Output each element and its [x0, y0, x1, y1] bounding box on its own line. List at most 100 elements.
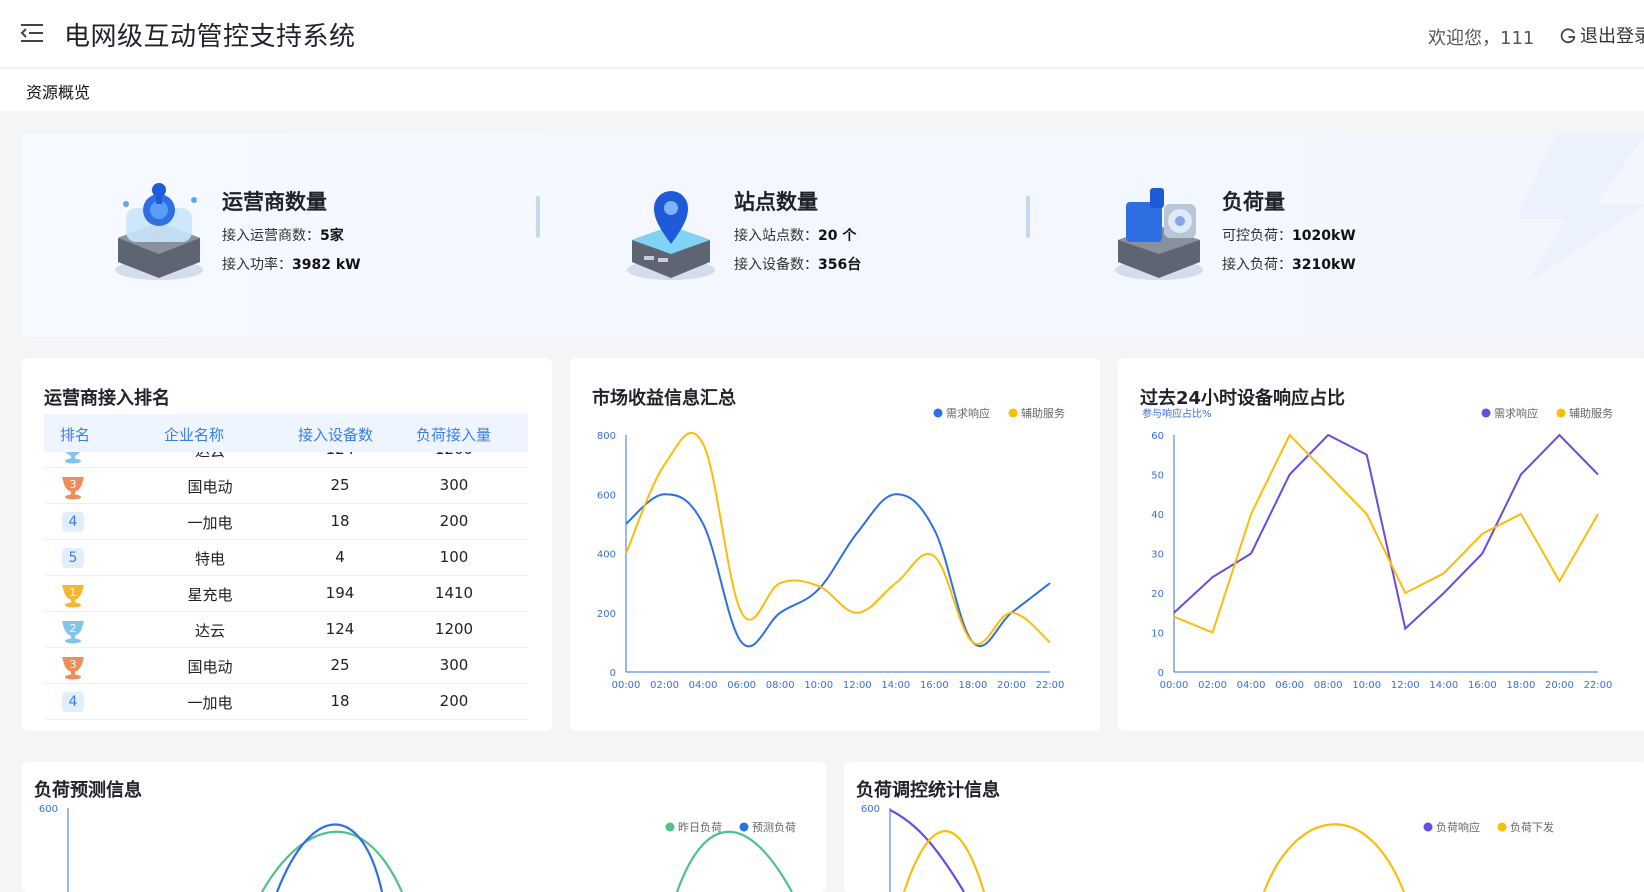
series-line-0	[626, 494, 1050, 646]
rank-medal-icon: 2	[60, 618, 86, 644]
legend-label[interactable]: 负荷下发	[1510, 820, 1554, 834]
x-tick-label: 12:00	[1391, 680, 1420, 691]
menu-toggle-icon[interactable]	[20, 22, 44, 44]
stat-title: 负荷量	[1222, 186, 1285, 216]
logout-icon	[1560, 28, 1577, 45]
location-pin-device-icon	[618, 178, 724, 284]
cell-devices: 194	[290, 584, 390, 602]
legend-marker	[1009, 409, 1018, 418]
legend-marker	[1498, 823, 1507, 832]
load-device-icon	[1106, 178, 1212, 284]
cell-devices: 124	[290, 452, 390, 458]
stat-load: 负荷量 可控负荷：1020kW 接入负荷：3210kW	[1022, 134, 1542, 337]
x-tick-label: 22:00	[1584, 680, 1613, 691]
x-tick-label: 18:00	[958, 680, 987, 691]
x-tick-label: 20:00	[1545, 680, 1574, 691]
x-tick-label: 20:00	[997, 680, 1026, 691]
regulation-line-chart: 600 负荷响应 负荷下发	[844, 762, 1644, 892]
x-tick-label: 02:00	[650, 680, 679, 691]
table-row: 4一加电18200	[44, 684, 528, 720]
tab-resource-overview[interactable]: 资源概览	[26, 79, 90, 103]
series-line-1	[277, 825, 382, 892]
x-tick-label: 08:00	[766, 680, 795, 691]
cell-load: 300	[404, 656, 504, 674]
stat-line: 接入设备数：356台	[734, 254, 861, 274]
cell-load: 200	[404, 692, 504, 710]
cell-load: 100	[404, 548, 504, 566]
cell-name: 一加电	[160, 512, 260, 533]
rank-medal-icon: 2	[60, 452, 86, 464]
x-tick-label: 16:00	[920, 680, 949, 691]
svg-text:1: 1	[70, 586, 77, 599]
cell-devices: 25	[290, 656, 390, 674]
series-line-0	[677, 832, 792, 892]
ranking-table-body[interactable]: 2达云12412003国电动253004一加电182005特电41001星充电1…	[44, 452, 528, 724]
cell-load: 1200	[404, 452, 504, 458]
forecast-line-chart: 600昨日负荷预测负荷	[22, 762, 826, 892]
cell-load: 1200	[404, 620, 504, 638]
legend-label[interactable]: 负荷响应	[1436, 820, 1480, 834]
table-row: 3 国电动 25 300	[44, 648, 528, 684]
legend-label[interactable]: 辅助服务	[1569, 406, 1613, 420]
ranking-card: 运营商接入排名 排名 企业名称 接入设备数 负荷接入量 2达云12412003国…	[22, 358, 552, 731]
x-tick-label: 14:00	[1429, 680, 1458, 691]
table-row: 1星充电1941410	[44, 576, 528, 612]
y-axis-label: 参与响应占比%	[1142, 407, 1212, 420]
x-tick-label: 00:00	[612, 680, 641, 691]
legend-marker	[1482, 409, 1491, 418]
y-tick-label: 600	[861, 804, 880, 815]
cell-name: 国电动	[160, 476, 260, 497]
y-tick-label: 0	[1158, 668, 1164, 679]
stat-line: 接入功率：3982 kW	[222, 254, 361, 274]
table-row: 2达云1241200	[44, 452, 528, 468]
cell-devices: 4	[290, 548, 390, 566]
svg-text:2: 2	[70, 452, 77, 455]
y-tick-label: 40	[1151, 510, 1164, 521]
y-tick-label: 600	[597, 490, 616, 501]
cell-name: 一加电	[160, 692, 260, 713]
series-line-1	[1174, 435, 1598, 633]
col-rank: 排名	[60, 424, 90, 445]
x-tick-label: 18:00	[1506, 680, 1535, 691]
market-chart-card: 市场收益信息汇总 020040060080000:0002:0004:0006:…	[570, 358, 1100, 731]
welcome-text: 欢迎您，111	[1428, 24, 1534, 50]
legend-marker	[1424, 823, 1433, 832]
cell-devices: 18	[290, 512, 390, 530]
cell-name: 特电	[160, 548, 260, 569]
y-tick-label: 800	[597, 431, 616, 442]
logout-button[interactable]: 退出登录	[1560, 22, 1644, 48]
stat-title: 站点数量	[734, 186, 818, 216]
x-tick-label: 16:00	[1468, 680, 1497, 691]
cell-devices: 25	[290, 476, 390, 494]
ranking-title: 运营商接入排名	[44, 384, 170, 410]
summary-card: 运营商数量 接入运营商数：5家 接入功率：3982 kW 站点数量 接入站点数：…	[22, 134, 1644, 337]
x-tick-label: 06:00	[727, 680, 756, 691]
app-title: 电网级互动管控支持系统	[64, 16, 356, 53]
cell-devices: 124	[290, 620, 390, 638]
cell-load: 1410	[404, 584, 504, 602]
cell-load: 300	[404, 476, 504, 494]
legend-label[interactable]: 昨日负荷	[678, 820, 722, 834]
legend-marker	[1557, 409, 1566, 418]
stat-stations: 站点数量 接入站点数：20 个 接入设备数：356台	[534, 134, 1054, 337]
legend-label[interactable]: 预测负荷	[752, 820, 796, 834]
rank-medal-icon: 3	[60, 654, 86, 680]
response-chart-card: 过去24小时设备响应占比 010203040506000:0002:0004:0…	[1118, 358, 1644, 731]
y-tick-label: 200	[597, 609, 616, 620]
legend-label[interactable]: 需求响应	[1494, 406, 1538, 420]
legend-label[interactable]: 辅助服务	[1021, 406, 1065, 420]
stat-line: 可控负荷：1020kW	[1222, 225, 1356, 245]
x-tick-label: 22:00	[1036, 680, 1065, 691]
legend-label[interactable]: 需求响应	[946, 406, 990, 420]
y-tick-label: 20	[1151, 589, 1164, 600]
y-tick-label: 10	[1151, 629, 1164, 640]
y-tick-label: 30	[1151, 550, 1164, 561]
cell-name: 国电动	[160, 656, 260, 677]
series-line-1	[626, 433, 1050, 644]
y-tick-label: 60	[1151, 431, 1164, 442]
cell-devices: 18	[290, 692, 390, 710]
svg-text:3: 3	[70, 478, 77, 491]
legend-marker	[666, 823, 675, 832]
rank-medal-icon: 3	[60, 474, 86, 500]
cell-name: 达云	[160, 620, 260, 641]
